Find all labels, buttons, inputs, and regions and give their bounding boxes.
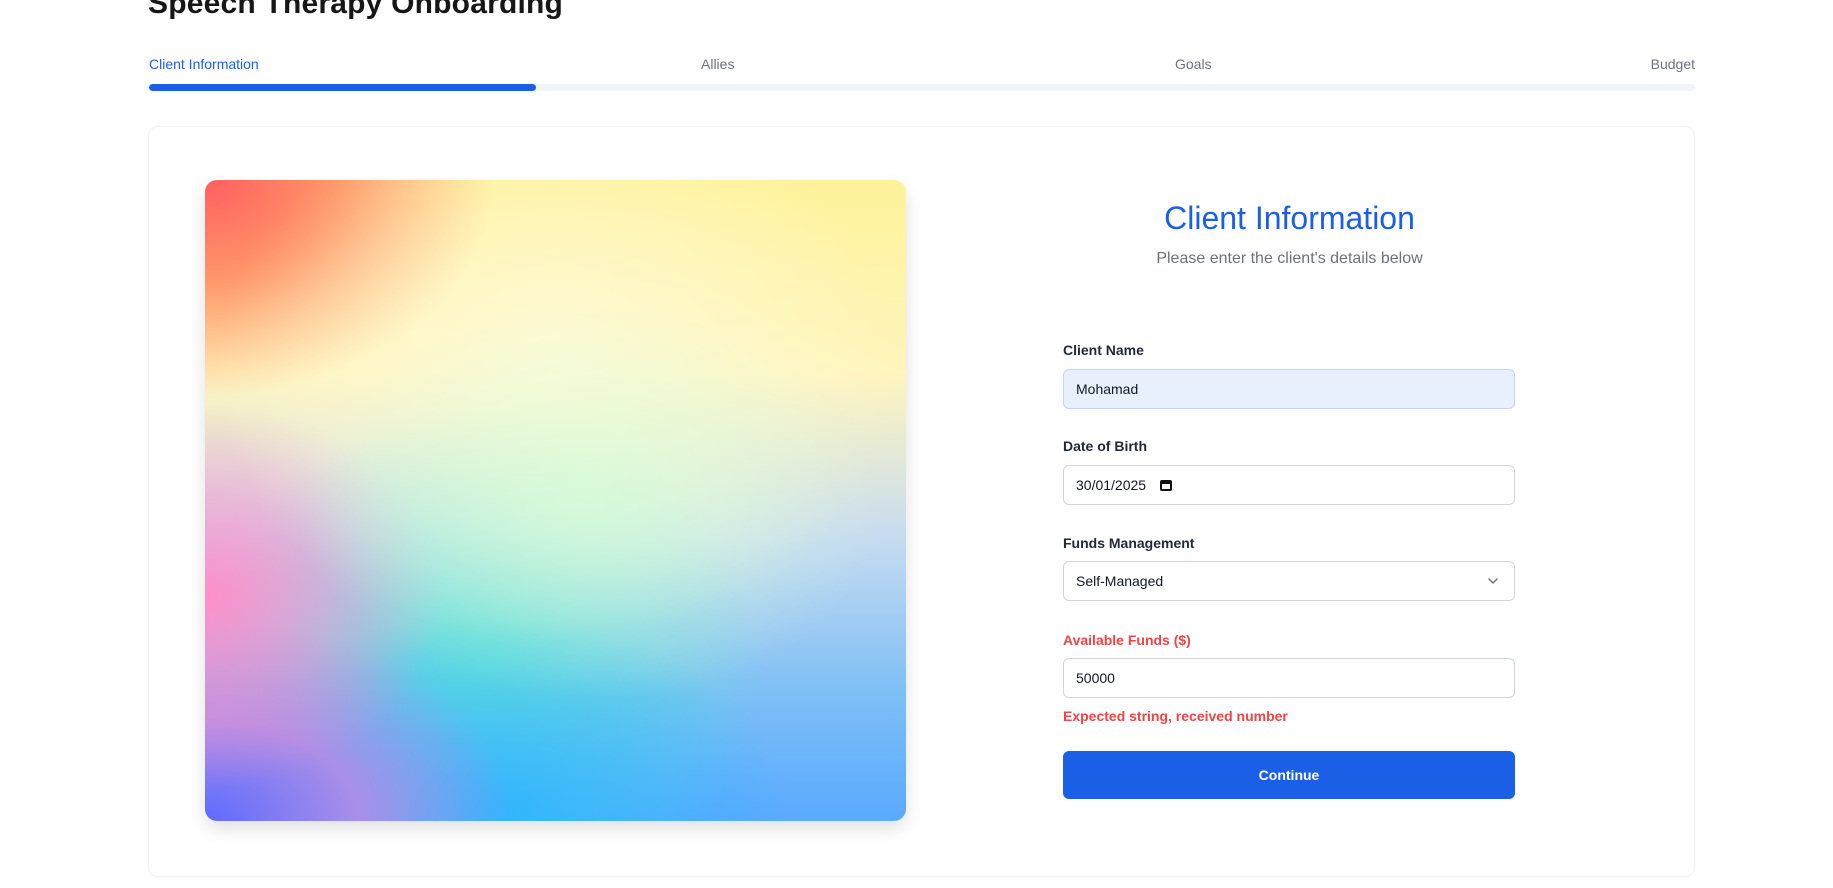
calendar-icon[interactable] bbox=[1160, 479, 1173, 491]
stepper: Client Information Allies Goals Budget bbox=[149, 56, 1695, 76]
available-funds-error: Expected string, received number bbox=[1063, 708, 1288, 724]
step-goals[interactable]: Goals bbox=[1175, 56, 1212, 72]
date-of-birth-value: 30/01/2025 bbox=[1076, 477, 1147, 493]
available-funds-value: 50000 bbox=[1076, 670, 1115, 686]
funds-management-value: Self-Managed bbox=[1076, 573, 1164, 589]
page-title: Speech Therapy Onboarding bbox=[148, 0, 564, 20]
client-name-value: Mohamad bbox=[1076, 381, 1139, 397]
chevron-down-icon bbox=[1488, 578, 1498, 584]
step-allies[interactable]: Allies bbox=[701, 56, 734, 72]
date-of-birth-label: Date of Birth bbox=[1063, 438, 1147, 454]
funds-management-select[interactable]: Self-Managed bbox=[1063, 561, 1515, 601]
client-name-input[interactable]: Mohamad bbox=[1063, 369, 1515, 409]
funds-management-label: Funds Management bbox=[1063, 535, 1195, 551]
client-name-label: Client Name bbox=[1063, 342, 1144, 358]
form-subtitle: Please enter the client's details below bbox=[1156, 250, 1423, 267]
form-title: Client Information bbox=[1164, 200, 1415, 236]
available-funds-label: Available Funds ($) bbox=[1063, 632, 1191, 648]
progress-fill bbox=[149, 84, 536, 91]
continue-button[interactable]: Continue bbox=[1063, 751, 1515, 799]
step-client-information[interactable]: Client Information bbox=[149, 56, 259, 72]
step-budget[interactable]: Budget bbox=[1651, 56, 1695, 72]
progress-bar bbox=[149, 84, 1695, 91]
hero-gradient-image bbox=[205, 180, 906, 821]
date-of-birth-input[interactable]: 30/01/2025 bbox=[1063, 465, 1515, 505]
available-funds-input[interactable]: 50000 bbox=[1063, 658, 1515, 698]
